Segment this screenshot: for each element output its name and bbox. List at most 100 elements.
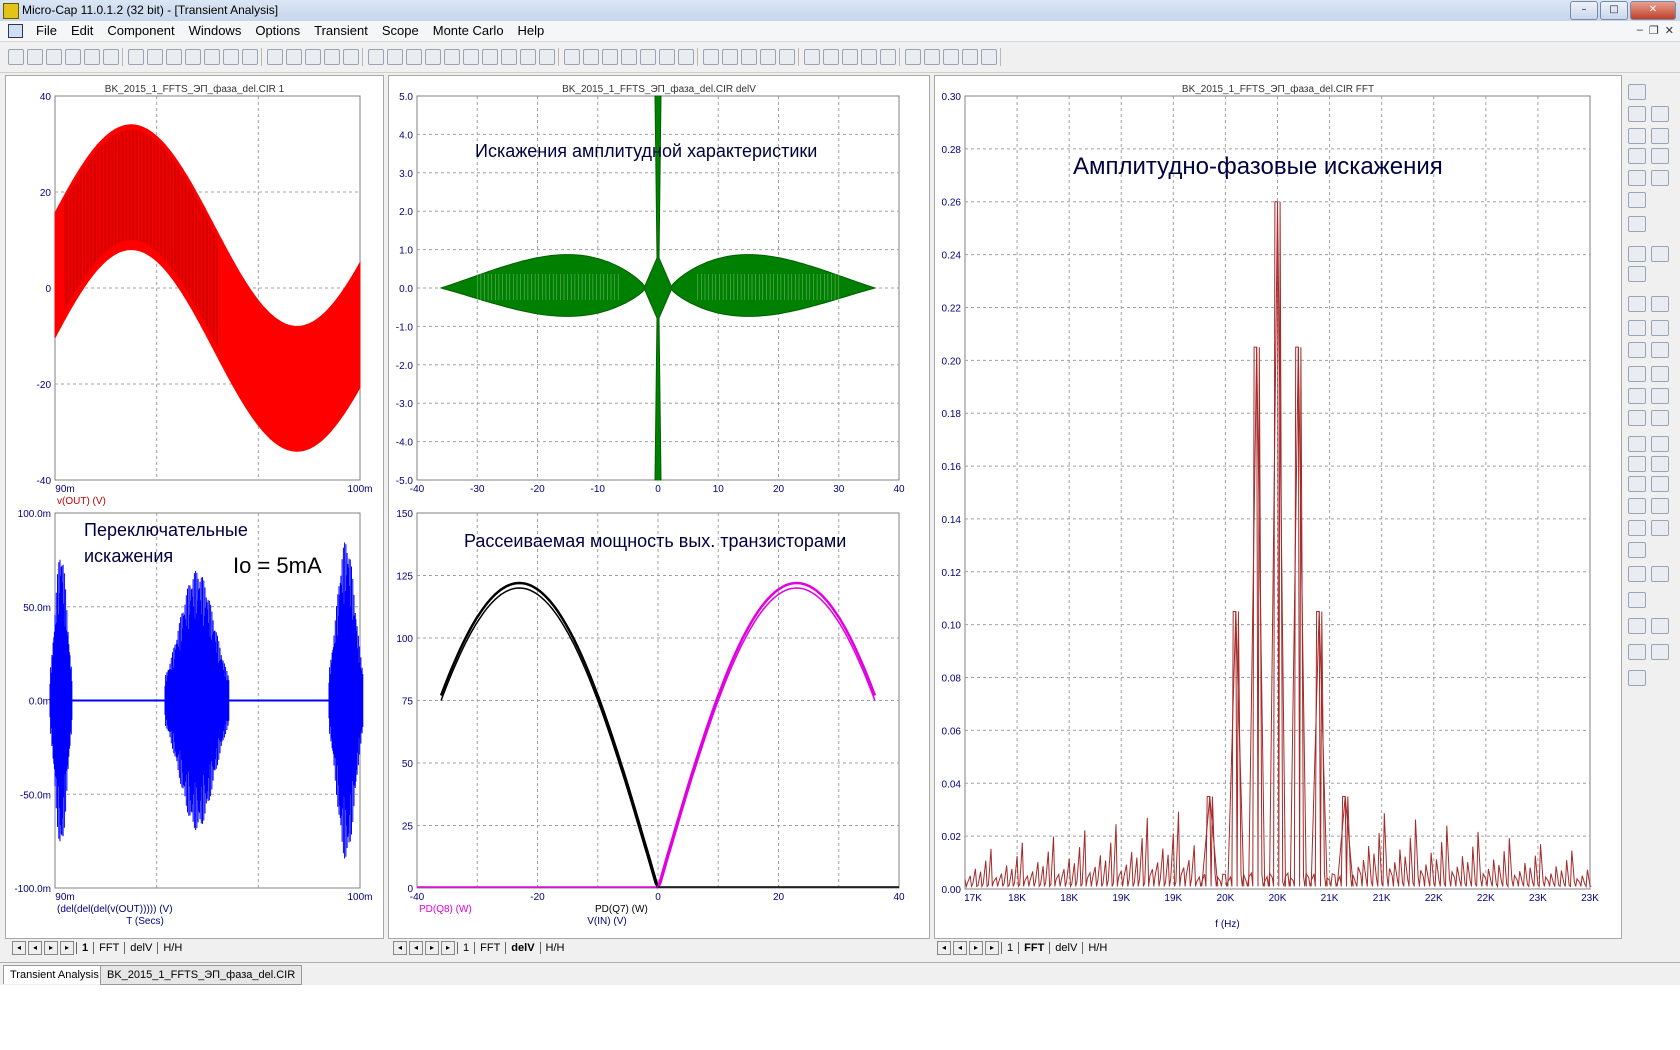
palette-tool-icon[interactable] [1651, 296, 1669, 312]
toolbar-tool-icon[interactable] [962, 49, 978, 65]
tab-nav-first[interactable]: ◂ [12, 941, 26, 955]
minimize-button[interactable]: – [1570, 1, 1598, 20]
plot-panel-fft[interactable]: 0.30 0.28 0.26 0.24 0.22 0.20 0.18 0.16 0.14 0.12… [934, 75, 1622, 955]
toolbar-tool-icon[interactable] [368, 49, 384, 65]
tab-nav-next[interactable]: ▸ [425, 941, 439, 955]
palette-tool-icon[interactable] [1628, 476, 1646, 492]
tab-nav-prev[interactable]: ◂ [409, 941, 423, 955]
palette-tool-icon[interactable] [1651, 320, 1669, 336]
tab-nav-first[interactable]: ◂ [393, 941, 407, 955]
palette-tool-icon[interactable] [1651, 246, 1669, 262]
palette-tool-icon[interactable] [1651, 520, 1669, 536]
palette-tool-icon[interactable] [1628, 106, 1646, 122]
palette-tool-icon[interactable] [1628, 670, 1646, 686]
maximize-button[interactable]: □ [1600, 1, 1628, 20]
menu-monte-carlo[interactable]: Monte Carlo [426, 23, 511, 38]
toolbar-tool-icon[interactable] [147, 49, 163, 65]
tab-delv[interactable]: delV [124, 942, 157, 954]
toolbar-tool-icon[interactable] [103, 49, 119, 65]
palette-tool-icon[interactable] [1628, 592, 1646, 608]
palette-tool-icon[interactable] [1628, 192, 1646, 208]
toolbar-tool-icon[interactable] [444, 49, 460, 65]
toolbar-tool-icon[interactable] [204, 49, 220, 65]
palette-tool-icon[interactable] [1628, 128, 1646, 144]
toolbar-tool-icon[interactable] [924, 49, 940, 65]
toolbar-tool-icon[interactable] [324, 49, 340, 65]
doc-tab-transient[interactable]: Transient Analysis [3, 965, 106, 984]
palette-tool-icon[interactable] [1651, 410, 1669, 426]
menu-options[interactable]: Options [248, 23, 307, 38]
palette-tool-icon[interactable] [1628, 148, 1646, 164]
palette-tool-icon[interactable] [1651, 436, 1669, 452]
toolbar-tool-icon[interactable] [621, 49, 637, 65]
palette-tool-icon[interactable] [1628, 170, 1646, 186]
tab-nav-last[interactable]: ▸ [60, 941, 74, 955]
toolbar-tool-icon[interactable] [583, 49, 599, 65]
menu-help[interactable]: Help [511, 23, 552, 38]
tab-1[interactable]: 1 [1001, 942, 1018, 954]
toolbar-tool-icon[interactable] [463, 49, 479, 65]
palette-tool-icon[interactable] [1628, 266, 1646, 282]
toolbar-tool-icon[interactable] [823, 49, 839, 65]
menu-edit[interactable]: Edit [64, 23, 100, 38]
menu-windows[interactable]: Windows [182, 23, 249, 38]
toolbar-tool-icon[interactable] [779, 49, 795, 65]
toolbar-tool-icon[interactable] [482, 49, 498, 65]
mdi-restore-button[interactable]: ❐ [1649, 24, 1659, 37]
palette-tool-icon[interactable] [1628, 342, 1646, 358]
toolbar-tool-icon[interactable] [722, 49, 738, 65]
toolbar-tool-icon[interactable] [65, 49, 81, 65]
tab-nav-first[interactable]: ◂ [937, 941, 951, 955]
palette-tool-icon[interactable] [1628, 246, 1646, 262]
palette-tool-icon[interactable] [1628, 320, 1646, 336]
toolbar-tool-icon[interactable] [46, 49, 62, 65]
tab-nav-prev[interactable]: ◂ [953, 941, 967, 955]
tab-hh[interactable]: H/H [539, 942, 570, 954]
tab-nav-next[interactable]: ▸ [969, 941, 983, 955]
menu-transient[interactable]: Transient [307, 23, 375, 38]
tab-delv[interactable]: delV [505, 942, 539, 954]
toolbar-tool-icon[interactable] [602, 49, 618, 65]
palette-tool-icon[interactable] [1628, 618, 1646, 634]
palette-tool-icon[interactable] [1628, 436, 1646, 452]
toolbar-tool-icon[interactable] [84, 49, 100, 65]
tab-1[interactable]: 1 [457, 942, 474, 954]
toolbar-tool-icon[interactable] [741, 49, 757, 65]
tab-fft[interactable]: FFT [93, 942, 124, 954]
toolbar-tool-icon[interactable] [27, 49, 43, 65]
menu-scope[interactable]: Scope [375, 23, 426, 38]
toolbar-tool-icon[interactable] [267, 49, 283, 65]
palette-tool-icon[interactable] [1651, 476, 1669, 492]
palette-tool-icon[interactable] [1628, 84, 1646, 100]
toolbar-tool-icon[interactable] [905, 49, 921, 65]
toolbar-tool-icon[interactable] [539, 49, 555, 65]
toolbar-tool-icon[interactable] [185, 49, 201, 65]
toolbar-tool-icon[interactable] [425, 49, 441, 65]
toolbar-tool-icon[interactable] [166, 49, 182, 65]
toolbar-tool-icon[interactable] [242, 49, 258, 65]
toolbar-tool-icon[interactable] [520, 49, 536, 65]
toolbar-tool-icon[interactable] [861, 49, 877, 65]
palette-tool-icon[interactable] [1651, 106, 1669, 122]
mdi-window-icon[interactable] [8, 24, 23, 38]
doc-tab-circuit[interactable]: BK_2015_1_FFTS_ЭП_фаза_del.CIR [100, 965, 303, 985]
palette-tool-icon[interactable] [1651, 566, 1669, 582]
palette-tool-icon[interactable] [1651, 618, 1669, 634]
tab-nav-prev[interactable]: ◂ [28, 941, 42, 955]
palette-tool-icon[interactable] [1651, 388, 1669, 404]
toolbar-tool-icon[interactable] [703, 49, 719, 65]
toolbar-tool-icon[interactable] [343, 49, 359, 65]
palette-tool-icon[interactable] [1651, 644, 1669, 660]
toolbar-tool-icon[interactable] [804, 49, 820, 65]
toolbar-tool-icon[interactable] [406, 49, 422, 65]
palette-tool-icon[interactable] [1628, 542, 1646, 558]
plot-panel-vout[interactable]: 40 20 0 -20 -40 90m 100m v(OUT) (V) 100.0m 50.0m 0… [5, 75, 384, 955]
tab-fft[interactable]: FFT [474, 942, 505, 954]
toolbar-tool-icon[interactable] [286, 49, 302, 65]
palette-tool-icon[interactable] [1651, 456, 1669, 472]
tab-1[interactable]: 1 [76, 942, 93, 954]
tab-nav-next[interactable]: ▸ [44, 941, 58, 955]
palette-tool-icon[interactable] [1628, 388, 1646, 404]
toolbar-tool-icon[interactable] [501, 49, 517, 65]
palette-tool-icon[interactable] [1651, 342, 1669, 358]
